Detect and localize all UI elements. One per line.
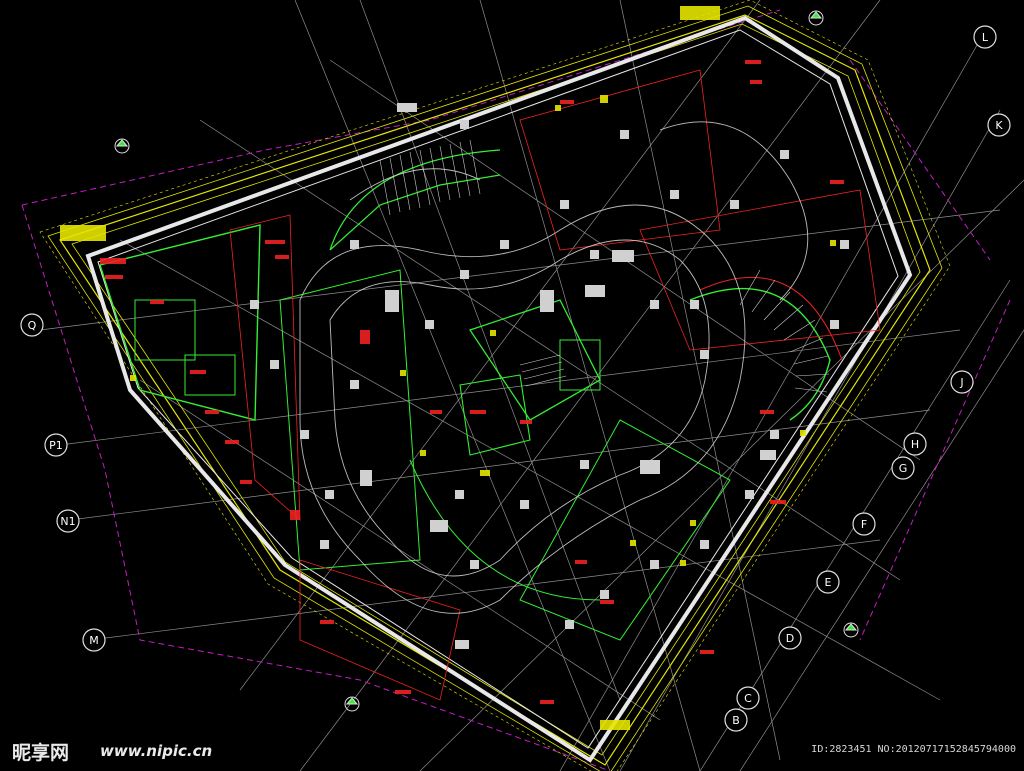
grid-bubble-j-label: J: [959, 376, 963, 389]
watermark-id: ID:2823451 NO:20120717152845794000: [811, 744, 1016, 755]
grid-bubble-q-label: Q: [28, 319, 37, 332]
grid-bubble-g: G: [891, 456, 915, 480]
grid-bubble-k-label: K: [995, 119, 1003, 132]
watermark-logo: 昵享网: [12, 742, 70, 764]
grid-bubble-l: L: [973, 25, 997, 49]
grid-bubble-f: F: [852, 512, 876, 536]
grid-bubble-c-label: C: [744, 692, 752, 705]
grid-bubble-q: Q: [20, 313, 44, 337]
cad-floor-plan-drawing: Q P1 N1 M B C D E F G H J K L: [0, 0, 1024, 771]
grid-bubble-b: B: [724, 708, 748, 732]
grid-bubble-b-label: B: [732, 714, 740, 727]
grid-bubble-p1-label: P1: [49, 439, 63, 452]
grid-bubble-m: M: [82, 628, 106, 652]
grid-bubble-j: J: [950, 370, 974, 394]
grid-bubble-h-label: H: [911, 438, 919, 451]
grid-bubble-e: E: [816, 570, 840, 594]
grid-bubble-f-label: F: [861, 518, 867, 531]
grid-bubble-n1-label: N1: [60, 515, 75, 528]
watermark-url: www.nipic.cn: [100, 742, 213, 760]
grid-bubble-c: C: [736, 686, 760, 710]
grid-bubble-e-label: E: [825, 576, 832, 589]
grid-bubble-p1: P1: [44, 433, 68, 457]
grid-bubble-g-label: G: [899, 462, 908, 475]
grid-bubble-n1: N1: [56, 509, 80, 533]
grid-bubble-k: K: [987, 113, 1011, 137]
grid-bubble-d-label: D: [786, 632, 794, 645]
grid-bubble-d: D: [778, 626, 802, 650]
grid-bubble-h: H: [903, 432, 927, 456]
drawing-background: [0, 0, 1024, 771]
grid-bubble-m-label: M: [89, 634, 99, 647]
grid-bubble-l-label: L: [982, 31, 989, 44]
